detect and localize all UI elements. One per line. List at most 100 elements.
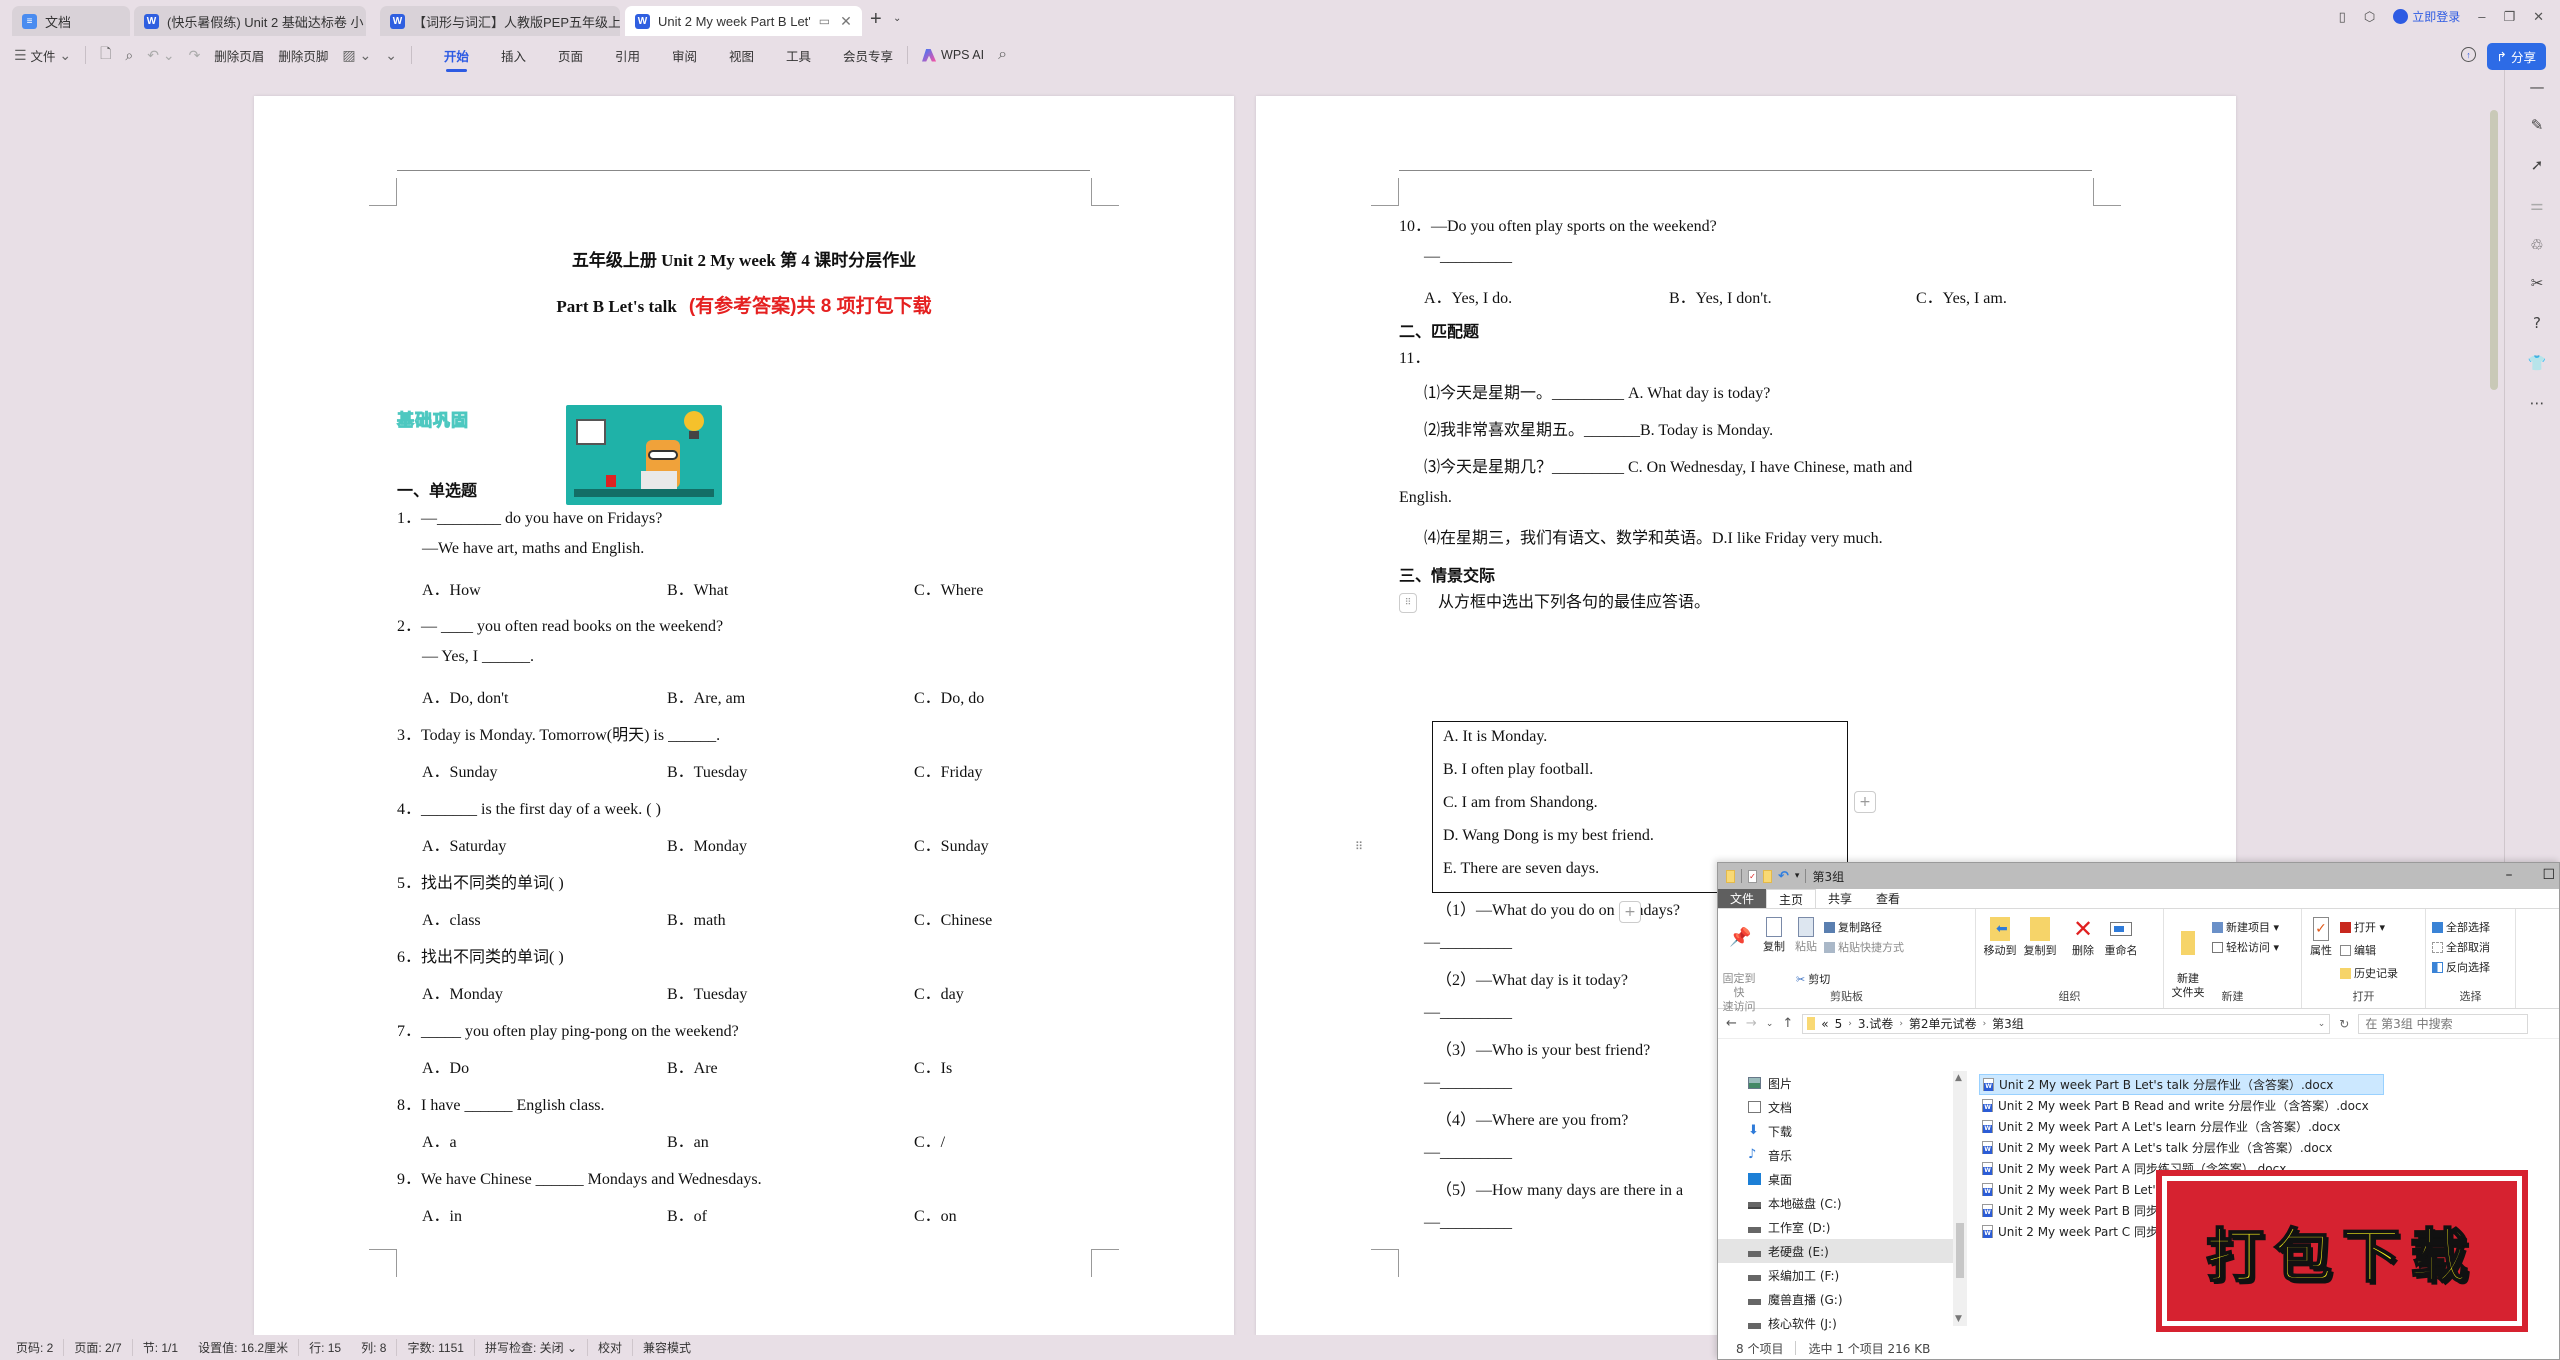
forward-button[interactable]: → [1746,1016,1757,1031]
help-icon[interactable]: ? [2528,314,2546,332]
breadcrumb-item[interactable]: 第3组 [1992,1015,2024,1032]
tab-document-active[interactable]: W Unit 2 My week Part B Let' ▭ ✕ [625,6,862,36]
status-line[interactable]: 行: 15 [299,1339,351,1356]
paste-shortcut-button[interactable]: 粘贴快捷方式 [1824,939,1904,955]
cursor-icon[interactable]: ➚ [2528,156,2546,174]
file-menu[interactable]: ☰ 文件 ⌄ [14,46,71,65]
delete-button[interactable]: ✕ 删除 [2068,917,2098,958]
redo-icon[interactable]: ↷ [189,47,201,64]
address-bar[interactable]: « 5 › 3.试卷 › 第2单元试卷 › 第3组 ⌄ [1802,1013,2331,1034]
file-item[interactable]: Unit 2 My week Part B Let's talk 分层作业（含答… [1979,1074,2384,1095]
new-tab-button[interactable]: + [870,8,882,31]
cloud-upload-icon[interactable]: ↑ [2461,47,2476,62]
share-button[interactable]: ↱ 分享 [2486,43,2546,70]
sliders-icon[interactable]: ⚌ [2528,196,2546,214]
pen-icon[interactable]: ✎ [2528,116,2546,134]
status-position[interactable]: 设置值: 16.2厘米 [188,1339,300,1356]
shading-icon[interactable]: ▨ ⌄ [342,47,371,64]
tools-icon[interactable]: ✂ [2528,274,2546,292]
monitor-icon[interactable]: ▭ [819,14,830,28]
copy-path-button[interactable]: 复制路径 [1824,919,1882,935]
drag-handle-icon[interactable]: ⠿ [1399,593,1417,613]
ribbon-tab-share[interactable]: 共享 [1816,889,1864,908]
save-icon[interactable]: 🗋 [100,43,111,67]
chevron-down-icon[interactable]: ⌄ [2318,1019,2326,1029]
status-word-count[interactable]: 字数: 1151 [397,1339,475,1356]
login-button[interactable]: 立即登录 [2393,8,2460,25]
copy-button[interactable]: 复制 [1760,917,1788,954]
nav-item-drive-j[interactable]: 核心软件 (J:) [1718,1311,1953,1335]
document-page-left[interactable]: 五年级上册 Unit 2 My week 第 4 课时分层作业 Part B L… [254,96,1234,1336]
status-page-count[interactable]: 页面: 2/7 [64,1339,133,1356]
rename-button[interactable]: 重命名 [2102,917,2140,958]
nav-item-drive-d[interactable]: 工作室 (D:) [1718,1215,1953,1239]
open-button[interactable]: 打开 ▾ [2340,919,2385,935]
status-page-number[interactable]: 页码: 2 [16,1339,65,1356]
properties-quick-icon[interactable]: ✓ [1748,869,1757,883]
status-column[interactable]: 列: 8 [351,1339,398,1356]
tablet-icon[interactable]: ▯ [2339,9,2346,25]
theme-icon[interactable]: ♲ [2528,236,2546,254]
nav-item-drive-c[interactable]: 本地磁盘 (C:) [1718,1191,1953,1215]
history-button[interactable]: 历史记录 [2340,965,2398,981]
tab-member[interactable]: 会员专享 [843,46,893,65]
status-section[interactable]: 节: 1/1 [133,1339,188,1356]
tab-documents[interactable]: ≡ 文档 [12,6,130,36]
file-item[interactable]: Unit 2 My week Part B Read and write 分层作… [1979,1095,2559,1116]
spell-check-toggle[interactable]: 拼写检查: 关闭 ⌄ [475,1339,589,1356]
tab-references[interactable]: 引用 [615,46,640,65]
chevron-right-icon[interactable]: › [1899,1019,1903,1029]
nav-item-pictures[interactable]: 图片 [1718,1071,1953,1095]
add-row-button[interactable]: + [1854,791,1876,813]
more-chevron-icon[interactable]: ⌄ [385,47,397,64]
scroll-down-icon[interactable]: ▼ [1955,1314,1962,1324]
select-none-button[interactable]: 全部取消 [2432,939,2490,955]
close-tab-icon[interactable]: ✕ [840,13,852,30]
easy-access-button[interactable]: 轻松访问 ▾ [2212,939,2279,955]
delete-footer-button[interactable]: 删除页脚 [278,46,328,65]
delete-header-button[interactable]: 删除页眉 [214,46,264,65]
breadcrumb-overflow[interactable]: « [1821,1017,1828,1031]
restore-button[interactable]: ❐ [2503,9,2515,25]
skin-icon[interactable]: 👕 [2528,354,2547,372]
scroll-thumb[interactable] [1956,1223,1964,1278]
minimize-button[interactable]: – [2505,867,2512,883]
up-button[interactable]: ↑ [1782,1016,1793,1031]
collapse-icon[interactable]: — [2528,78,2546,96]
add-column-button[interactable]: + [1619,901,1641,923]
nav-item-desktop[interactable]: 桌面 [1718,1167,1953,1191]
wps-ai-button[interactable]: WPS AI [922,48,984,62]
maximize-button[interactable]: ☐ [2542,867,2555,883]
nav-item-music[interactable]: ♪ 音乐 [1718,1143,1953,1167]
breadcrumb-item[interactable]: 5 [1835,1017,1843,1031]
ribbon-tab-file[interactable]: 文件 [1718,889,1767,908]
tab-tools[interactable]: 工具 [786,46,811,65]
nav-item-drive-f[interactable]: 采编加工 (F:) [1718,1263,1953,1287]
chevron-right-icon[interactable]: › [1848,1019,1852,1029]
nav-item-documents[interactable]: 文档 [1718,1095,1953,1119]
nav-item-drive-e[interactable]: 老硬盘 (E:) [1718,1239,1953,1263]
refresh-icon[interactable]: ↻ [2339,1017,2349,1031]
breadcrumb-item[interactable]: 3.试卷 [1858,1015,1893,1032]
nav-item-drive-g[interactable]: 魔兽直播 (G:) [1718,1287,1953,1311]
new-item-button[interactable]: 新建项目 ▾ [2212,919,2279,935]
drag-handle-icon[interactable]: ⠿ [1355,840,1363,853]
breadcrumb-item[interactable]: 第2单元试卷 [1909,1015,1977,1032]
back-button[interactable]: ← [1726,1016,1737,1031]
recent-locations-button[interactable]: ⌄ [1766,1019,1774,1029]
close-window-button[interactable]: ✕ [2533,9,2544,25]
select-all-button[interactable]: 全部选择 [2432,919,2490,935]
cut-button[interactable]: ✂ 剪切 [1796,971,1830,987]
nav-item-downloads[interactable]: ⬇ 下载 [1718,1119,1953,1143]
move-to-button[interactable]: ⬅ 移动到 [1982,917,2018,958]
tab-document-1[interactable]: W (快乐暑假练) Unit 2 基础达标卷 小 [134,6,366,36]
tab-document-2[interactable]: W 【词形与词汇】人教版PEP五年级上册 [380,6,620,36]
edit-button[interactable]: 编辑 [2340,942,2376,958]
new-folder-quick-icon[interactable] [1763,869,1772,883]
chevron-down-icon[interactable]: ⌄ [893,13,901,24]
tab-view[interactable]: 视图 [729,46,754,65]
navigation-scrollbar[interactable]: ▲ ▼ [1953,1071,1967,1326]
proofread-button[interactable]: 校对 [588,1339,634,1356]
paste-button[interactable]: 粘贴 [1792,917,1820,954]
cube-icon[interactable]: ⬡ [2364,9,2375,25]
